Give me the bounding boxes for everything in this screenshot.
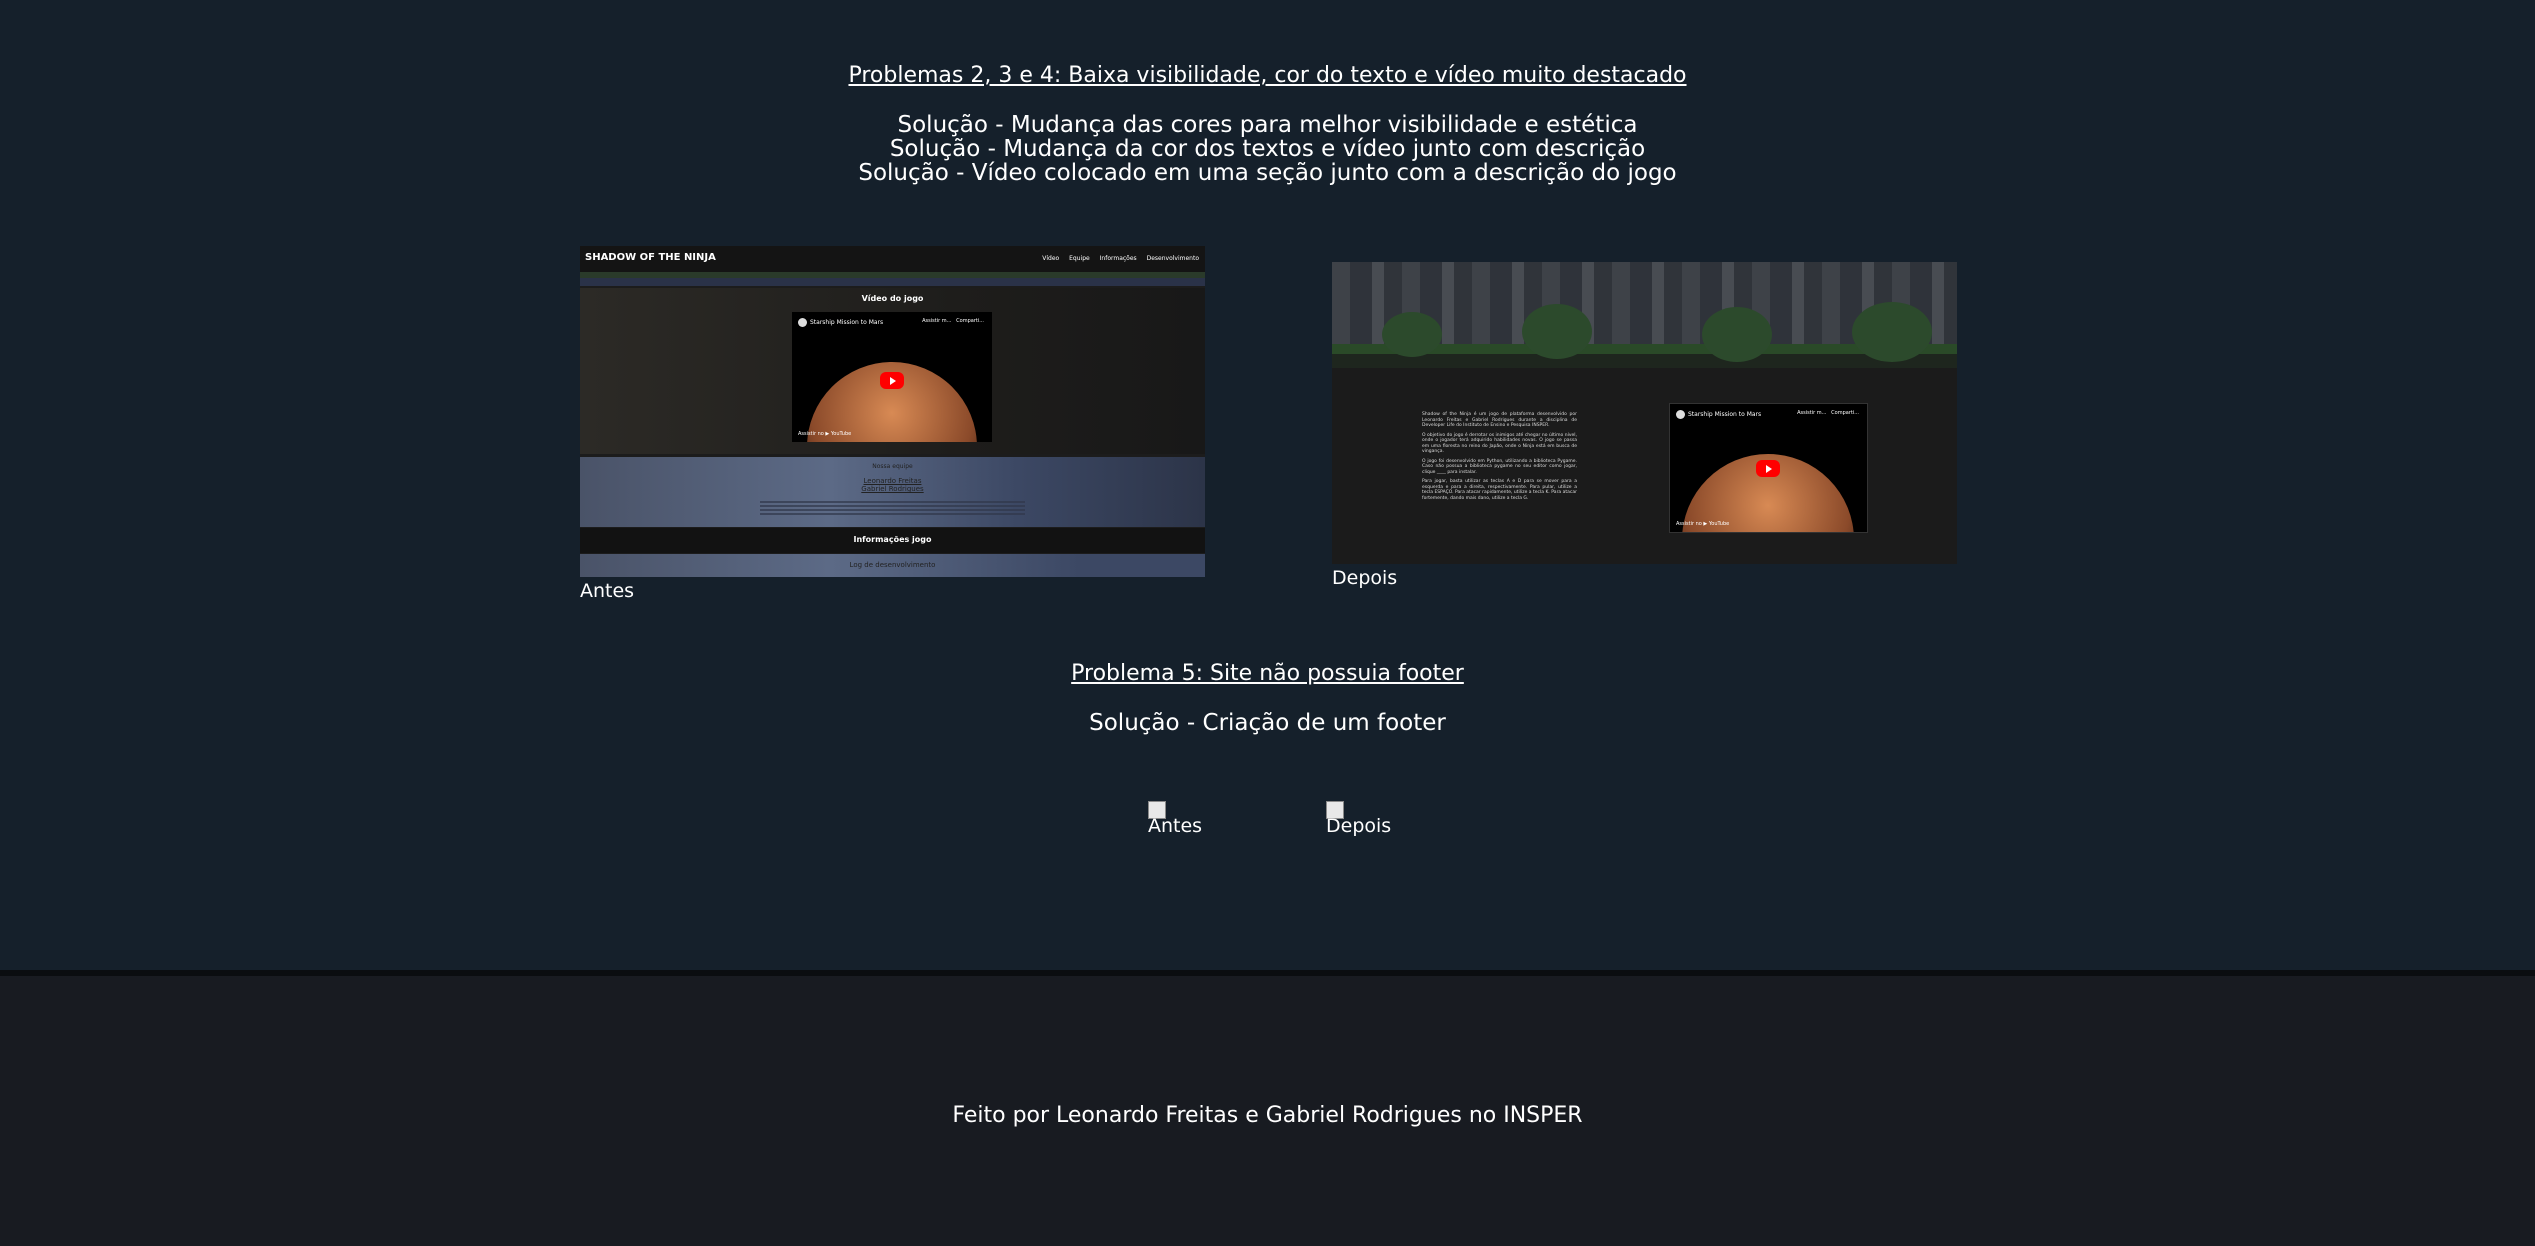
image-alt-text: Depois	[1326, 815, 1392, 837]
game-description: Shadow of the Ninja é um jogo de platafo…	[1422, 412, 1577, 505]
solution-item: Solução - Mudança da cor dos textos e ví…	[889, 136, 1646, 162]
solution-item: Solução - Mudança das cores para melhor …	[897, 112, 1638, 138]
mock-team-text	[760, 501, 1025, 515]
description-paragraph: O objetivo do jogo é derrotar os inimigo…	[1422, 432, 1577, 455]
before-screenshot: SHADOW OF THE NINJA Vídeo Equipe Informa…	[580, 246, 1205, 577]
mock-info-title: Informações jogo	[853, 535, 932, 544]
channel-avatar	[798, 318, 807, 327]
mock-nav-links: Vídeo Equipe Informações Desenvolvimento	[1034, 255, 1199, 262]
mock-nav-item: Vídeo	[1042, 255, 1060, 262]
broken-image-before: Antes	[1148, 801, 1202, 837]
footer-text: Feito por Leonardo Freitas e Gabriel Rod…	[952, 1103, 1583, 1128]
share-label: Comparti...	[1831, 410, 1859, 416]
mock-logo: SHADOW OF THE NINJA	[585, 252, 716, 263]
section2-title: Problema 5: Site não possuia footer	[1071, 661, 1464, 686]
after-screenshot: Shadow of the Ninja é um jogo de platafo…	[1332, 262, 1957, 564]
image-alt-text: Antes	[1148, 815, 1203, 837]
forest-banner-image	[1332, 262, 1957, 368]
after-caption: Depois	[1332, 567, 1398, 589]
video-actions: Assistir m... Comparti...	[922, 318, 984, 324]
solution-item: Solução - Vídeo colocado em uma seção ju…	[858, 160, 1677, 186]
bush-shape	[1702, 307, 1772, 362]
mock-team-section: Nossa equipe Leonardo Freitas Gabriel Ro…	[580, 457, 1205, 527]
video-title: Starship Mission to Mars	[810, 319, 884, 326]
description-paragraph: Shadow of the Ninja é um jogo de platafo…	[1422, 412, 1577, 428]
description-paragraph: O jogo foi desenvolvido em Python, utili…	[1422, 458, 1577, 475]
mock-navbar: SHADOW OF THE NINJA Vídeo Equipe Informa…	[580, 246, 1205, 286]
broken-image-after: Depois	[1326, 801, 1391, 837]
bush-shape	[1852, 302, 1932, 362]
channel-avatar	[1676, 410, 1685, 419]
mock-nav-item: Informações	[1099, 255, 1137, 262]
mock-log-title: Log de desenvolvimento	[849, 561, 936, 569]
mock-info-section: Informações jogo	[580, 528, 1205, 553]
youtube-embed: Starship Mission to Mars Assistir m... C…	[792, 312, 992, 442]
play-icon	[880, 372, 904, 389]
youtube-embed: Starship Mission to Mars Assistir m... C…	[1669, 403, 1868, 533]
watch-later-label: Assistir m...	[922, 318, 952, 324]
bush-shape	[1522, 304, 1592, 359]
before-caption: Antes	[580, 580, 635, 602]
play-icon	[1756, 460, 1780, 477]
mock-video-title: Vídeo do jogo	[861, 294, 924, 303]
footer: Feito por Leonardo Freitas e Gabriel Rod…	[0, 970, 2535, 1246]
watch-on-youtube: Assistir no ▶ YouTube	[798, 431, 852, 437]
bush-shape	[1382, 312, 1442, 357]
section2-solution: Solução - Criação de um footer	[1089, 710, 1446, 736]
mock-log-section: Log de desenvolvimento	[580, 554, 1205, 577]
description-paragraph: Para jogar, basta utilizar as teclas A e…	[1422, 479, 1577, 501]
mock-team-name: Leonardo Freitas	[863, 477, 922, 485]
watch-later-label: Assistir m...	[1797, 410, 1827, 416]
mock-team-title: Nossa equipe	[872, 463, 913, 470]
watch-on-youtube: Assistir no ▶ YouTube	[1676, 521, 1730, 527]
mock-video-section: Vídeo do jogo Starship Mission to Mars A…	[580, 288, 1205, 454]
solution-list: Solução - Mudança das cores para melhor …	[0, 113, 2535, 185]
mock-nav-item: Equipe	[1069, 255, 1090, 262]
mock-team-names: Leonardo Freitas Gabriel Rodrigues	[580, 477, 1205, 493]
section1-title: Problemas 2, 3 e 4: Baixa visibilidade, …	[848, 63, 1687, 88]
video-actions: Assistir m... Comparti...	[1797, 410, 1859, 416]
share-label: Comparti...	[956, 318, 984, 324]
video-title: Starship Mission to Mars	[1688, 411, 1762, 418]
mock-nav-item: Desenvolvimento	[1146, 255, 1199, 262]
main-content: Problemas 2, 3 e 4: Baixa visibilidade, …	[0, 0, 2535, 970]
mock-team-name: Gabriel Rodrigues	[861, 485, 924, 493]
